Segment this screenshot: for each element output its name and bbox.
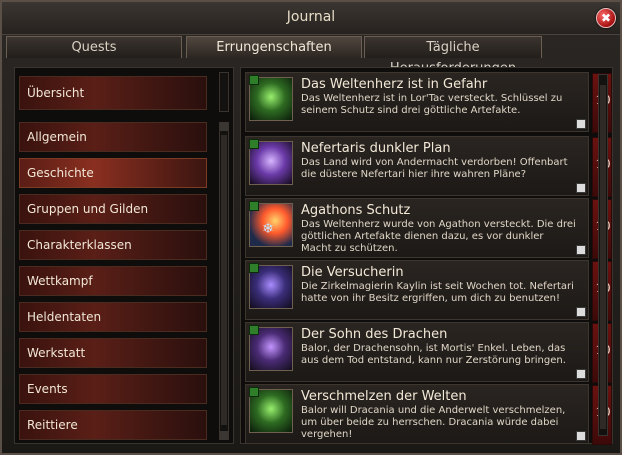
category-panel: Übersicht Allgemein Geschichte Gruppen u… [14, 67, 234, 444]
scroll-thumb[interactable] [600, 85, 606, 429]
category-charakterklassen[interactable]: Charakterklassen [19, 230, 207, 260]
scroll-up-arrow[interactable] [220, 123, 228, 131]
category-werkstatt[interactable]: Werkstatt [19, 338, 207, 368]
category-events[interactable]: Events [19, 374, 207, 404]
category-overview-button[interactable]: Übersicht [19, 76, 207, 110]
completed-check-icon [249, 387, 259, 397]
journal-window: Journal ✖ Quests Errungenschaften Täglic… [0, 0, 622, 455]
completed-check-icon [249, 201, 259, 211]
category-scrollbar[interactable] [219, 122, 229, 440]
close-button[interactable]: ✖ [596, 8, 616, 28]
achievement-item[interactable]: Der Sohn des Drachen Balor, der Drachens… [245, 322, 612, 383]
completed-check-icon [249, 325, 259, 335]
scroll-thumb[interactable] [221, 135, 227, 425]
tab-errungenschaften[interactable]: Errungenschaften [186, 36, 362, 58]
achievement-item[interactable]: Verschmelzen der Welten Balor will Draca… [245, 384, 612, 445]
quill-icon [576, 119, 586, 129]
quill-icon [576, 431, 586, 441]
completed-check-icon [249, 75, 259, 85]
achievement-description: Das Weltenherz wurde von Agathon verstec… [301, 219, 576, 254]
category-heldentaten[interactable]: Heldentaten [19, 302, 207, 332]
tab-quests[interactable]: Quests [6, 36, 182, 58]
achievement-item[interactable]: Nefertaris dunkler Plan Das Land wird vo… [245, 136, 612, 197]
category-allgemein[interactable]: Allgemein [19, 122, 207, 152]
overview-scrollbar[interactable] [219, 72, 229, 112]
achievement-item[interactable]: ❄ Agathons Schutz Das Weltenherz wurde v… [245, 198, 612, 259]
achievement-description: Das Weltenherz ist in Lor'Tac versteckt.… [301, 93, 563, 116]
achievement-description: Das Land wird von Andermacht verdorben! … [301, 157, 568, 180]
achievement-list-panel: Das Weltenherz ist in Gefahr Das Weltenh… [240, 67, 613, 445]
tab-bar: Quests Errungenschaften Tägliche Herausf… [6, 36, 616, 76]
window-title: Journal [286, 9, 336, 25]
achievement-scrollbar[interactable] [598, 74, 608, 436]
quill-icon [576, 245, 586, 255]
snowflake-icon: ❄ [262, 221, 274, 237]
achievement-title: Agathons Schutz [301, 203, 411, 218]
quill-icon [576, 307, 586, 317]
achievement-title: Nefertaris dunkler Plan [301, 141, 451, 156]
achievement-title: Der Sohn des Drachen [301, 327, 448, 342]
achievement-description: Balor will Dracania und die Anderwelt ve… [301, 405, 566, 440]
scroll-down-arrow[interactable] [220, 431, 228, 439]
achievement-description: Die Zirkelmagierin Kaylin ist seit Woche… [301, 281, 574, 304]
achievement-title: Die Versucherin [301, 265, 404, 280]
category-reittiere[interactable]: Reittiere [19, 410, 207, 440]
achievement-title: Das Weltenherz ist in Gefahr [301, 77, 488, 92]
completed-check-icon [249, 263, 259, 273]
achievement-item[interactable]: Das Weltenherz ist in Gefahr Das Weltenh… [245, 72, 612, 133]
achievement-title: Verschmelzen der Welten [301, 389, 467, 404]
category-gruppen-und-gilden[interactable]: Gruppen und Gilden [19, 194, 207, 224]
completed-check-icon [249, 139, 259, 149]
quill-icon [576, 183, 586, 193]
tab-taegliche-herausforderungen[interactable]: Tägliche Herausforderungen [364, 36, 542, 76]
achievement-description: Balor, der Drachensohn, ist Mortis' Enke… [301, 343, 566, 366]
achievement-item[interactable]: Die Versucherin Die Zirkelmagierin Kayli… [245, 260, 612, 321]
title-bar: Journal ✖ [2, 2, 620, 35]
category-geschichte[interactable]: Geschichte [19, 158, 207, 188]
category-wettkampf[interactable]: Wettkampf [19, 266, 207, 296]
quill-icon [576, 369, 586, 379]
